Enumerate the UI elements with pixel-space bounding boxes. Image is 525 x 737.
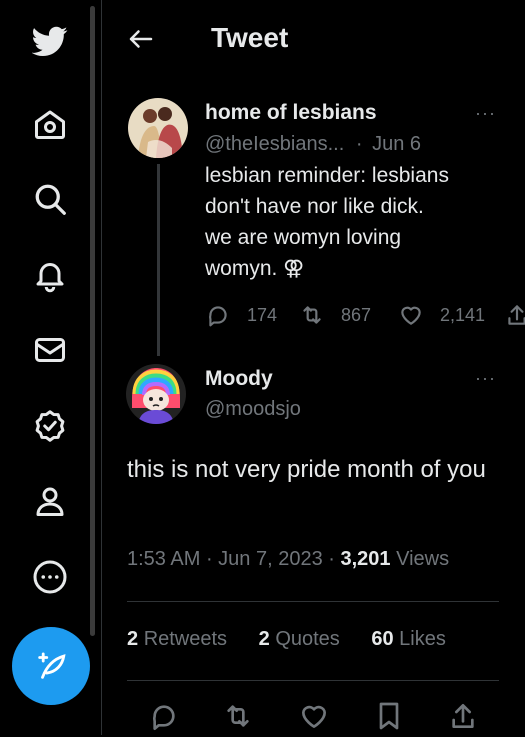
reply-icon [209,306,227,327]
profile-icon[interactable] [29,480,71,522]
author-name[interactable]: home of lesbians [205,101,377,125]
reply-button[interactable]: 174 [205,302,277,328]
heart-icon[interactable] [298,700,330,732]
tweet-date[interactable]: Jun 6 [372,133,421,155]
likes-count: 60 [371,628,394,650]
tweet-date[interactable]: Jun 7, 2023 [218,548,323,570]
author-handle[interactable]: @moodsjo [205,398,301,421]
retweets-stat[interactable]: 2 Retweets [127,628,227,650]
share-icon [508,305,525,325]
retweet-icon [303,306,321,324]
handle-text[interactable]: @theIesbians... [205,133,344,155]
verified-icon[interactable] [29,405,71,447]
retweet-button[interactable]: 867 [299,302,371,328]
tweet-metadata: 1:53 AM · Jun 7, 2023 · 3,201 Views [127,548,449,571]
tweet-time[interactable]: 1:53 AM [127,548,200,570]
tweet-more-menu-icon[interactable]: ··· [475,368,496,389]
separator-dot: · [205,548,219,570]
bookmark-icon[interactable] [373,700,405,732]
avatar[interactable] [128,98,188,158]
compose-tweet-button[interactable] [12,627,90,705]
like-count: 2,141 [440,304,486,325]
share-icon[interactable] [447,700,479,732]
notifications-bell-icon[interactable] [29,254,71,296]
tweet-text-line: don't have nor like dick. [205,195,424,218]
divider [127,601,499,602]
page-title: Tweet [211,22,289,53]
reply-icon[interactable] [148,700,180,732]
thread-connector-line [157,164,160,356]
retweets-label: Retweets [143,628,228,650]
quotes-stat[interactable]: 2 Quotes [259,628,340,650]
heart-icon [401,306,421,325]
sidebar [0,0,102,735]
feather-plus-icon [38,652,66,679]
tweet-text: this is not very pride month of you [127,456,486,483]
likes-label: Likes [399,628,446,650]
retweet-icon[interactable] [222,700,254,732]
separator-dot: · [355,133,363,155]
quotes-label: Quotes [275,628,340,650]
avatar[interactable] [126,364,186,424]
search-icon[interactable] [29,178,71,220]
share-button[interactable] [504,302,525,328]
tweet-text-line: womyn. ⚢ [205,257,305,280]
separator-dot: · [328,548,341,570]
views-count: 3,201 [340,548,391,570]
tweet-detail-panel: Tweet home of lesbians @theIesbians... ·… [102,0,525,735]
back-arrow-icon[interactable] [126,24,156,54]
sidebar-scrollbar[interactable] [90,6,95,636]
likes-stat[interactable]: 60 Likes [371,628,446,650]
tweet-text-line: lesbian reminder: lesbians [205,164,449,187]
scrollbar-thumb[interactable] [90,6,95,636]
author-handle[interactable]: @theIesbians... · Jun 6 [205,133,421,156]
divider [127,680,499,681]
reply-count: 174 [247,304,278,325]
author-name[interactable]: Moody [205,367,273,391]
twitter-logo-icon[interactable] [29,20,71,62]
tweet-text-line: we are womyn loving [205,226,402,249]
messages-envelope-icon[interactable] [29,329,71,371]
engagement-stats: 2 Retweets 2 Quotes 60 Likes [127,628,472,651]
more-options-icon[interactable] [29,556,71,598]
retweet-count: 867 [341,304,372,325]
views-label: Views [396,548,450,570]
like-button[interactable]: 2,141 [398,302,485,328]
quotes-count: 2 [258,628,270,650]
retweets-count: 2 [127,628,139,650]
tweet-text: lesbian reminder: lesbians don't have no… [205,160,505,284]
tweet-more-menu-icon[interactable]: ··· [475,103,496,124]
home-icon[interactable] [29,103,71,145]
